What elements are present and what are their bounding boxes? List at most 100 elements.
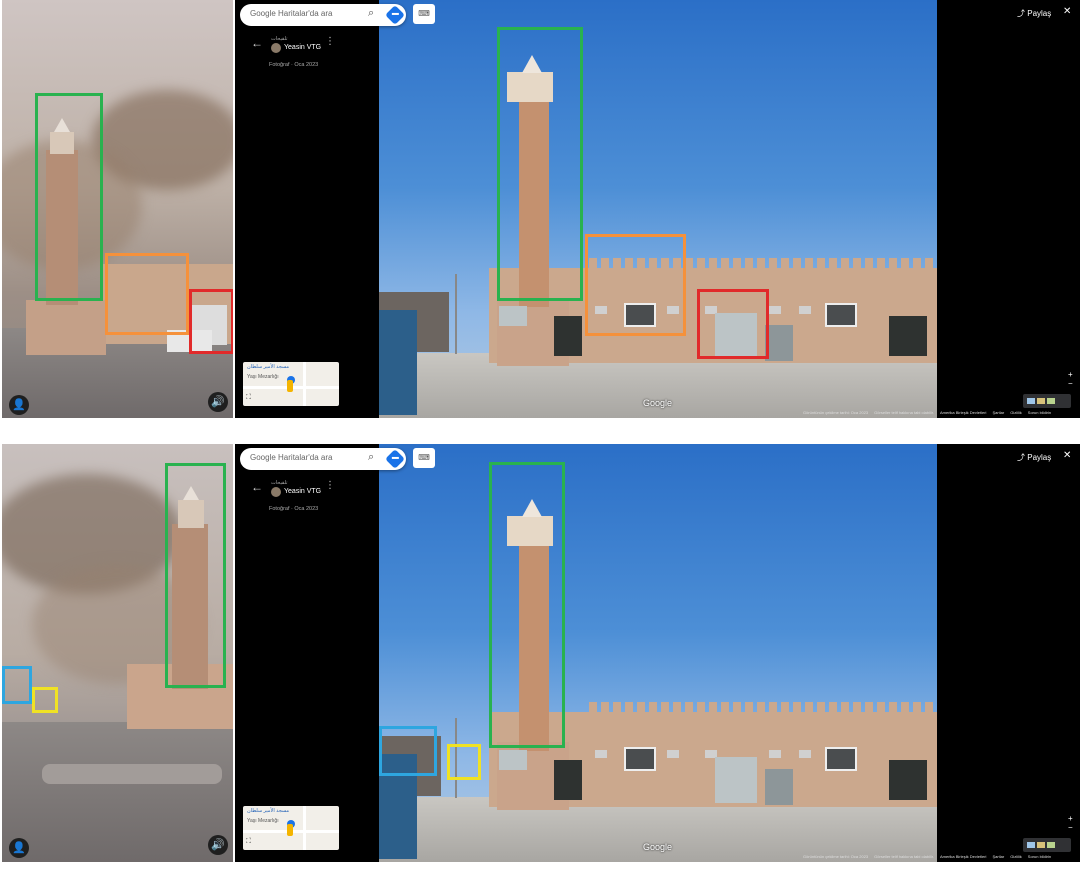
footer-country[interactable]: Amerika Birleşik Devletleri — [940, 410, 986, 415]
zoom-out-icon[interactable]: − — [1068, 823, 1073, 832]
google-maps-viewer: ← تلقيحات Yeasin VTG ⋮ Fotoğraf · Oca 20… — [235, 0, 1080, 418]
search-icon[interactable]: ⌕ — [368, 7, 374, 20]
ac-unit — [667, 750, 679, 758]
search-box[interactable]: Google Haritalar'da ara ⌕ — [240, 448, 406, 470]
yellow-match-box — [447, 744, 481, 780]
more-options-icon[interactable]: ⋮ — [325, 36, 335, 47]
expand-icon[interactable]: ⛶ — [246, 838, 251, 846]
share-button[interactable]: ⤴ Paylaş — [1017, 452, 1051, 463]
avatar — [271, 487, 281, 497]
street-view-image[interactable]: Google — [379, 444, 937, 862]
blue-match-box — [2, 666, 32, 704]
sound-icon[interactable]: 🔊 — [208, 835, 228, 855]
maps-footer: Görüntünün çekilme tarihi: Oca 2023 Görse… — [803, 854, 1057, 859]
orange-match-box — [105, 253, 189, 335]
window — [624, 747, 656, 771]
minimap[interactable]: مسجد الأمير سلطان Yaşı Mezarlığı ⛶ — [243, 806, 339, 850]
truck — [379, 310, 417, 415]
search-input[interactable]: Google Haritalar'da ara — [250, 453, 332, 462]
search-icon[interactable]: ⌕ — [368, 451, 374, 464]
share-label: Paylaş — [1027, 9, 1052, 18]
profile-icon[interactable]: 👤 — [9, 838, 29, 858]
yellow-match-box — [32, 687, 58, 713]
close-icon[interactable]: ✕ — [1063, 6, 1071, 17]
footer-copyright: Görseller telif hakkına tabi olabilir. — [874, 410, 934, 415]
search-box[interactable]: Google Haritalar'da ara ⌕ — [240, 4, 406, 26]
curb — [42, 764, 222, 784]
maps-right-panel — [937, 444, 1080, 862]
pegman-icon — [287, 824, 293, 836]
zoom-controls[interactable]: + − — [1068, 370, 1073, 388]
avatar — [271, 43, 281, 53]
expand-icon[interactable]: ⛶ — [246, 394, 251, 402]
ac-unit — [799, 750, 811, 758]
mosque-door — [554, 316, 582, 356]
footer-capture-date: Görüntünün çekilme tarihi: Oca 2023 — [803, 410, 869, 415]
green-match-box — [489, 462, 565, 748]
footer-country[interactable]: Amerika Birleşik Devletleri — [940, 854, 986, 859]
red-match-box — [697, 289, 769, 359]
footer-terms[interactable]: Şartlar — [992, 410, 1004, 415]
zoom-out-icon[interactable]: − — [1068, 379, 1073, 388]
ac-unit — [595, 750, 607, 758]
footer-report[interactable]: Sorun bildirin — [1028, 854, 1051, 859]
green-match-box — [35, 93, 103, 301]
ground — [2, 722, 233, 862]
directions-icon[interactable] — [385, 449, 405, 469]
street-pole — [455, 274, 457, 354]
crenellation — [589, 702, 937, 714]
share-button[interactable]: ⤴ Paylaş — [1017, 8, 1051, 19]
close-icon[interactable]: ✕ — [1063, 450, 1071, 461]
red-match-box — [189, 289, 233, 354]
maps-side-panel: ← تلقيحات Yeasin VTG ⋮ Fotoğraf · Oca 20… — [235, 444, 379, 862]
ac-unit — [769, 750, 781, 758]
minimap-road — [303, 806, 306, 850]
google-watermark: Google — [643, 398, 673, 408]
photo-date: Fotoğraf · Oca 2023 — [269, 506, 319, 512]
minimap-caption: Yaşı Mezarlığı — [247, 374, 279, 380]
zoom-controls[interactable]: + − — [1068, 814, 1073, 832]
mosque-door — [554, 760, 582, 800]
electrical-cabinet — [715, 757, 757, 803]
back-arrow-icon[interactable]: ← — [251, 480, 263, 494]
directions-icon[interactable] — [385, 5, 405, 25]
search-input[interactable]: Google Haritalar'da ara — [250, 9, 332, 18]
maps-right-panel — [937, 0, 1080, 418]
footer-privacy[interactable]: Gizlilik — [1010, 854, 1022, 859]
comparison-panel-top: 👤 🔊 ← تلقيحات Yeasin VTG ⋮ Fotoğraf · Oc… — [0, 0, 1080, 418]
layers-thumbnail[interactable] — [1023, 394, 1071, 408]
minimap[interactable]: مسجد الأمير سلطان Yaşı Mezarlığı ⛶ — [243, 362, 339, 406]
window — [825, 747, 857, 771]
keyboard-icon[interactable]: ⌨ — [413, 4, 435, 24]
minimap-place-label: مسجد الأمير سلطان — [247, 364, 290, 370]
zoom-in-icon[interactable]: + — [1068, 814, 1073, 823]
share-label: Paylaş — [1027, 453, 1052, 462]
footer-terms[interactable]: Şartlar — [992, 854, 1004, 859]
video-frame: 👤 🔊 — [2, 444, 233, 862]
contributor-name[interactable]: Yeasin VTG — [284, 44, 321, 51]
keyboard-icon[interactable]: ⌨ — [413, 448, 435, 468]
contributor-label: تلقيحات — [271, 480, 288, 486]
street-view-image[interactable]: Google — [379, 0, 937, 418]
footer-report[interactable]: Sorun bildirin — [1028, 410, 1051, 415]
layers-thumbnail[interactable] — [1023, 838, 1071, 852]
pegman-icon — [287, 380, 293, 392]
side-door — [889, 760, 927, 800]
sound-icon[interactable]: 🔊 — [208, 392, 228, 412]
google-maps-viewer: ← تلقيحات Yeasin VTG ⋮ Fotoğraf · Oca 20… — [235, 444, 1080, 862]
electrical-cabinet — [765, 325, 793, 361]
minimap-place-label: مسجد الأمير سلطان — [247, 808, 290, 814]
contributor-name[interactable]: Yeasin VTG — [284, 488, 321, 495]
ac-unit — [769, 306, 781, 314]
maps-footer: Görüntünün çekilme tarihi: Oca 2023 Görse… — [803, 410, 1057, 415]
profile-icon[interactable]: 👤 — [9, 395, 29, 415]
back-arrow-icon[interactable]: ← — [251, 36, 263, 50]
green-match-box — [497, 27, 583, 301]
water-tank — [499, 750, 527, 770]
side-door — [889, 316, 927, 356]
zoom-in-icon[interactable]: + — [1068, 370, 1073, 379]
more-options-icon[interactable]: ⋮ — [325, 480, 335, 491]
photo-date: Fotoğraf · Oca 2023 — [269, 62, 319, 68]
ac-unit — [799, 306, 811, 314]
footer-privacy[interactable]: Gizlilik — [1010, 410, 1022, 415]
